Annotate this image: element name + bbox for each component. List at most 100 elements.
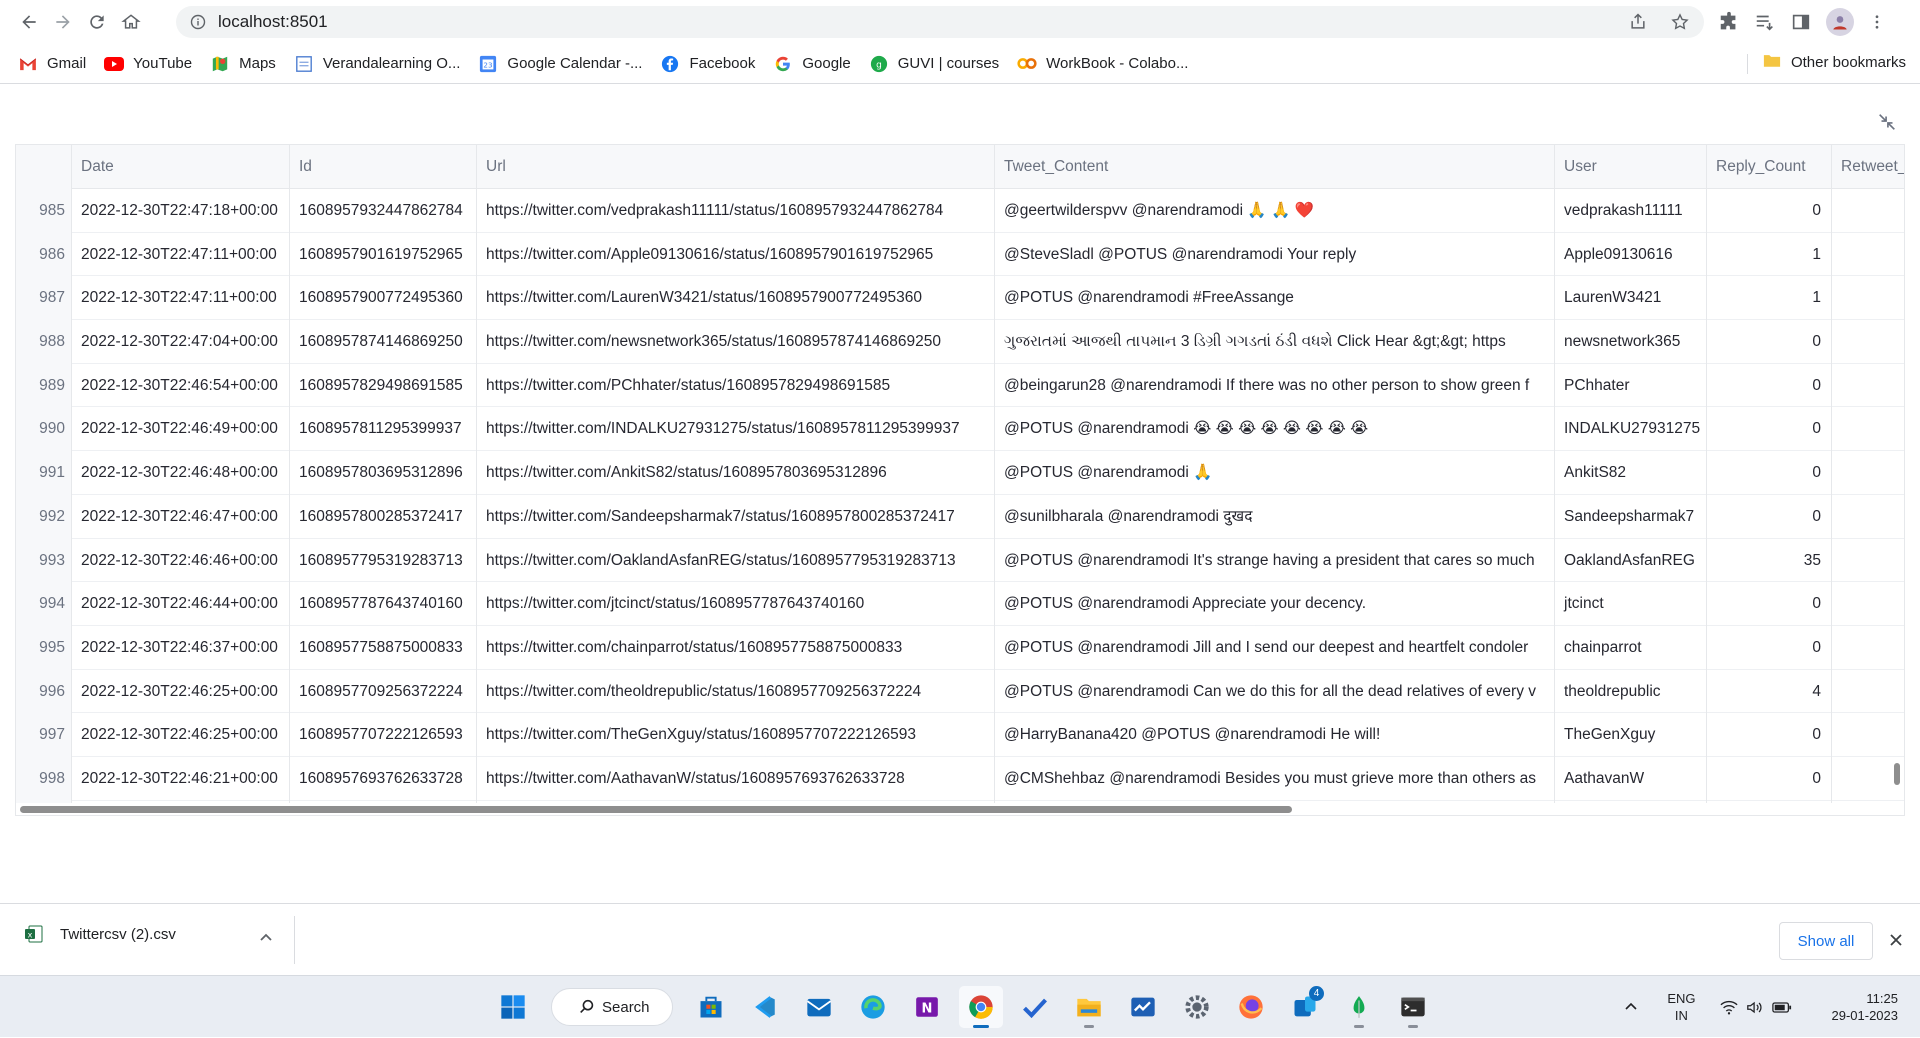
retweet-count-cell[interactable] — [1832, 451, 1904, 495]
row-index[interactable]: 997 — [16, 713, 72, 757]
id-cell[interactable]: 1608957693762633728 — [290, 756, 477, 801]
column-header-reply-count[interactable]: Reply_Count — [1707, 145, 1832, 189]
tweet-content-cell[interactable]: @POTUS @narendramodi Appreciate your dec… — [995, 582, 1555, 626]
reply-count-cell[interactable]: 0 — [1707, 407, 1832, 452]
taskbar-mongodb[interactable] — [1337, 986, 1381, 1028]
row-index[interactable]: 991 — [16, 451, 72, 495]
table-row[interactable]: 996 2022-12-30T22:46:25+00:00 160895770925… — [16, 669, 1904, 714]
date-cell[interactable]: 2022-12-30T22:46:25+00:00 — [72, 713, 290, 757]
taskbar-chrome[interactable] — [959, 986, 1003, 1028]
table-row[interactable]: 992 2022-12-30T22:46:47+00:00 160895780028… — [16, 494, 1904, 539]
taskbar-vscode[interactable] — [743, 986, 787, 1028]
date-cell[interactable]: 2022-12-30T22:46:48+00:00 — [72, 451, 290, 495]
row-index[interactable]: 990 — [16, 407, 72, 452]
reply-count-cell[interactable]: 1 — [1707, 276, 1832, 321]
id-cell[interactable]: 1608957787643740160 — [290, 582, 477, 626]
date-cell[interactable]: 2022-12-30T22:46:47+00:00 — [72, 494, 290, 539]
retweet-count-cell[interactable] — [1832, 495, 1904, 539]
tweet-content-cell[interactable]: @POTUS @narendramodi Jill and I send our… — [995, 625, 1555, 670]
row-index[interactable]: 988 — [16, 320, 72, 364]
url-cell[interactable]: https://twitter.com/LaurenW3421/status/1… — [477, 276, 995, 321]
date-cell[interactable]: 2022-12-30T22:47:18+00:00 — [72, 189, 290, 233]
column-header-user[interactable]: User — [1555, 145, 1707, 189]
download-item[interactable]: x Twittercsv (2).csv — [24, 924, 176, 944]
url-cell[interactable]: https://twitter.com/PChhater/status/1608… — [477, 363, 995, 408]
chevron-up-icon[interactable] — [258, 930, 274, 946]
reply-count-cell[interactable]: 0 — [1707, 713, 1832, 757]
taskbar-todo[interactable] — [1013, 986, 1057, 1028]
tweet-content-cell[interactable]: @sunilbharala @narendramodi दुखद — [995, 494, 1555, 539]
taskbar-file-explorer[interactable] — [1067, 986, 1111, 1028]
user-cell[interactable]: LaurenW3421 — [1555, 276, 1707, 321]
id-cell[interactable]: 1608957932447862784 — [290, 189, 477, 233]
url-cell[interactable]: https://twitter.com/TheGenXguy/status/16… — [477, 713, 995, 757]
reply-count-cell[interactable]: 0 — [1707, 320, 1832, 364]
id-cell[interactable]: 1608957900772495360 — [290, 276, 477, 321]
reading-list-icon[interactable] — [1754, 11, 1776, 33]
battery-icon[interactable] — [1771, 1001, 1792, 1013]
retweet-count-cell[interactable] — [1832, 364, 1904, 408]
tweet-content-cell[interactable]: @CMShehbaz @narendramodi Besides you mus… — [995, 756, 1555, 801]
taskbar-teams[interactable]: 4 — [1283, 986, 1327, 1028]
bookmark-star-icon[interactable] — [1670, 12, 1690, 32]
taskbar-whiteboard[interactable] — [1121, 986, 1165, 1028]
row-index[interactable]: 993 — [16, 538, 72, 583]
vertical-scroll-thumb[interactable] — [1894, 763, 1900, 785]
share-icon[interactable] — [1628, 12, 1648, 32]
date-cell[interactable]: 2022-12-30T22:46:44+00:00 — [72, 582, 290, 626]
bookmark-google[interactable]: Google — [773, 54, 851, 74]
tweet-content-cell[interactable]: ગુજરાતમાં આજથી તાપમાન 3 ડિગ્રી ગગડતાં ઠં… — [995, 320, 1555, 364]
url-cell[interactable]: https://twitter.com/vedprakash11111/stat… — [477, 189, 995, 233]
table-row[interactable]: 990 2022-12-30T22:46:49+00:00 160895781129… — [16, 407, 1904, 452]
taskbar-terminal[interactable] — [1391, 986, 1435, 1028]
id-cell[interactable]: 1608957758875000833 — [290, 625, 477, 670]
table-row[interactable]: 995 2022-12-30T22:46:37+00:00 160895775887… — [16, 625, 1904, 670]
tweet-content-cell[interactable]: @POTUS @narendramodi 🙏 — [995, 451, 1555, 495]
column-header-index[interactable] — [16, 145, 72, 189]
chevron-up-icon[interactable] — [1623, 999, 1639, 1015]
dataframe-table[interactable]: Date Id Url Tweet_Content User Reply_Cou… — [15, 144, 1905, 816]
reply-count-cell[interactable]: 35 — [1707, 538, 1832, 583]
column-header-url[interactable]: Url — [477, 145, 995, 189]
id-cell[interactable]: 1608957803695312896 — [290, 451, 477, 495]
user-cell[interactable]: chainparrot — [1555, 625, 1707, 670]
column-header-tweet-content[interactable]: Tweet_Content — [995, 145, 1555, 189]
url-cell[interactable]: https://twitter.com/Apple09130616/status… — [477, 232, 995, 277]
retweet-count-cell[interactable] — [1832, 189, 1904, 233]
reply-count-cell[interactable]: 0 — [1707, 582, 1832, 626]
retweet-count-cell[interactable] — [1832, 626, 1904, 670]
profile-avatar[interactable] — [1826, 8, 1854, 36]
home-button[interactable] — [116, 7, 146, 37]
table-row[interactable]: 994 2022-12-30T22:46:44+00:00 160895778764… — [16, 582, 1904, 626]
date-cell[interactable]: 2022-12-30T22:46:25+00:00 — [72, 669, 290, 714]
table-row[interactable]: 989 2022-12-30T22:46:54+00:00 160895782949… — [16, 363, 1904, 408]
side-panel-icon[interactable] — [1790, 11, 1812, 33]
start-button[interactable] — [491, 986, 535, 1028]
row-index[interactable]: 986 — [16, 232, 72, 277]
date-cell[interactable]: 2022-12-30T22:46:37+00:00 — [72, 625, 290, 670]
url-text[interactable]: localhost:8501 — [218, 12, 328, 32]
taskbar-onenote[interactable]: N — [905, 986, 949, 1028]
row-index[interactable]: 996 — [16, 669, 72, 714]
id-cell[interactable]: 1608957874146869250 — [290, 320, 477, 364]
bookmark-calendar[interactable]: 23 Google Calendar -... — [478, 54, 642, 74]
reload-button[interactable] — [82, 7, 112, 37]
user-cell[interactable]: AnkitS82 — [1555, 451, 1707, 495]
table-row[interactable]: 998 2022-12-30T22:46:21+00:00 160895769376… — [16, 756, 1904, 801]
bookmark-veranda[interactable]: Verandalearning O... — [294, 54, 460, 74]
fullscreen-exit-icon[interactable] — [1876, 111, 1898, 133]
id-cell[interactable]: 1608957707222126593 — [290, 713, 477, 757]
url-cell[interactable]: https://twitter.com/INDALKU27931275/stat… — [477, 407, 995, 452]
taskbar-firefox[interactable] — [1229, 986, 1273, 1028]
user-cell[interactable]: TheGenXguy — [1555, 713, 1707, 757]
show-all-button[interactable]: Show all — [1779, 922, 1873, 960]
reply-count-cell[interactable]: 0 — [1707, 451, 1832, 495]
table-row[interactable]: 987 2022-12-30T22:47:11+00:00 160895790077… — [16, 276, 1904, 321]
tweet-content-cell[interactable]: @SteveSladl @POTUS @narendramodi Your re… — [995, 232, 1555, 277]
date-cell[interactable]: 2022-12-30T22:46:49+00:00 — [72, 407, 290, 452]
table-row[interactable]: 986 2022-12-30T22:47:11+00:00 160895790161… — [16, 232, 1904, 277]
retweet-count-cell[interactable] — [1832, 670, 1904, 714]
user-cell[interactable]: newsnetwork365 — [1555, 320, 1707, 364]
reply-count-cell[interactable]: 0 — [1707, 189, 1832, 233]
tweet-content-cell[interactable]: @HarryBanana420 @POTUS @narendramodi He … — [995, 713, 1555, 757]
